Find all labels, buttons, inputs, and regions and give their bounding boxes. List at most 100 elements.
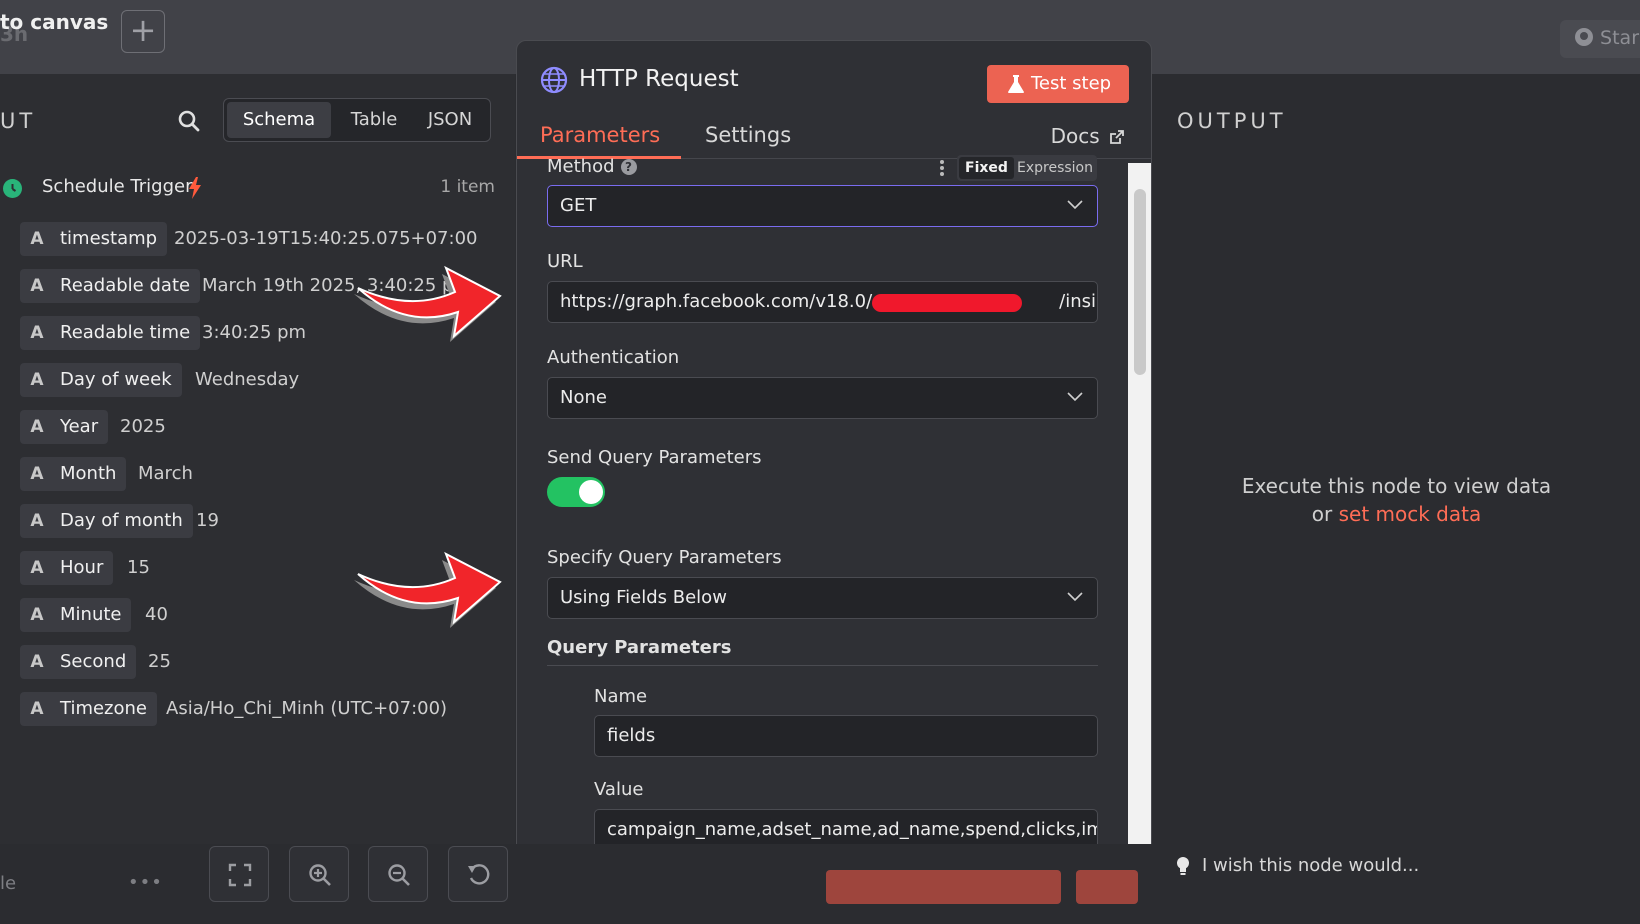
bottom-left-text: le: [0, 873, 17, 894]
zoom-in-button[interactable]: [289, 846, 349, 902]
param-value-label: Value: [594, 779, 644, 800]
method-value: GET: [560, 195, 597, 216]
set-mock-data-link[interactable]: set mock data: [1339, 502, 1482, 526]
string-type-icon: A: [30, 229, 44, 249]
options-kebab-icon[interactable]: [939, 159, 945, 177]
chevron-down-icon: [1067, 592, 1083, 602]
tab-parameters[interactable]: Parameters: [540, 123, 660, 147]
scrollbar-thumb[interactable]: [1134, 189, 1146, 375]
field-value: 3:40:25 pm: [202, 322, 307, 343]
field-key-pill[interactable]: A Year: [20, 410, 109, 444]
field-key-pill[interactable]: A Second: [20, 645, 137, 679]
url-input[interactable]: https://graph.facebook.com/v18.0/act_ /in…: [547, 281, 1098, 323]
authentication-select[interactable]: None: [547, 377, 1098, 419]
chevron-down-icon: [1067, 392, 1083, 402]
string-type-icon: A: [30, 464, 44, 484]
empty-output-message: Execute this node to view data or set mo…: [1153, 472, 1640, 528]
string-type-icon: A: [30, 417, 44, 437]
test-step-button[interactable]: Test step: [987, 65, 1129, 103]
modal-header: HTTP Request Test step: [517, 41, 1151, 103]
more-dots-icon[interactable]: •••: [128, 872, 163, 893]
lightbulb-icon: [1177, 857, 1189, 875]
tab-settings[interactable]: Settings: [705, 123, 791, 147]
tab-table[interactable]: Table: [336, 102, 412, 138]
field-key-pill[interactable]: Atimestamp: [20, 222, 168, 256]
authentication-value: None: [560, 387, 607, 408]
undo-icon: [468, 864, 490, 885]
toggle-knob: [579, 480, 603, 504]
docs-link[interactable]: Docs: [1051, 124, 1125, 148]
execute-options-button[interactable]: [1076, 870, 1138, 904]
send-query-toggle[interactable]: [547, 477, 605, 507]
search-icon[interactable]: [176, 108, 202, 134]
tab-schema[interactable]: Schema: [227, 102, 331, 138]
string-type-icon: A: [30, 323, 44, 343]
output-panel: [1153, 74, 1640, 844]
field-key-pill[interactable]: A Minute: [20, 598, 132, 632]
scrollbar[interactable]: [1128, 163, 1151, 877]
clock-icon: [3, 179, 22, 198]
field-value: 19: [196, 510, 219, 531]
specify-query-select[interactable]: Using Fields Below: [547, 577, 1098, 619]
url-value-prefix: https://graph.facebook.com/v18.0/act_: [560, 291, 910, 312]
mode-expression[interactable]: Expression: [1017, 157, 1093, 179]
reset-zoom-button[interactable]: [448, 846, 508, 902]
red-arrow-annotation: [354, 551, 502, 628]
string-type-icon: A: [30, 511, 44, 531]
fit-view-button[interactable]: [209, 846, 269, 902]
field-key: Minute: [60, 604, 122, 625]
tab-json[interactable]: JSON: [414, 102, 486, 138]
field-value: 15: [127, 557, 150, 578]
field-key-pill[interactable]: A Readable date: [20, 269, 201, 303]
input-panel-title: UT: [0, 109, 37, 133]
method-label-text: Method: [547, 156, 615, 177]
field-key-pill[interactable]: A Hour: [20, 551, 114, 585]
github-star-label: Star: [1600, 27, 1640, 49]
url-value-suffix: /insights: [1059, 291, 1097, 312]
field-key: timestamp: [60, 228, 158, 249]
globe-icon: [540, 66, 568, 94]
param-name-value: fields: [607, 725, 656, 746]
url-label: URL: [547, 251, 583, 272]
section-divider: [547, 665, 1098, 666]
help-icon[interactable]: ?: [620, 159, 637, 175]
field-key-pill[interactable]: A Month: [20, 457, 127, 491]
chevron-down-icon: [1067, 200, 1083, 210]
fixed-expression-toggle[interactable]: Fixed Expression: [957, 155, 1097, 181]
field-key-pill[interactable]: A Timezone: [20, 692, 157, 726]
field-key: Year: [60, 416, 99, 437]
send-query-label: Send Query Parameters: [547, 447, 762, 468]
output-panel-title: OUTPUT: [1177, 109, 1287, 133]
string-type-icon: A: [30, 558, 44, 578]
field-key-pill[interactable]: A Day of week: [20, 363, 182, 397]
string-type-icon: A: [30, 605, 44, 625]
mode-fixed[interactable]: Fixed: [959, 157, 1014, 179]
docs-label: Docs: [1050, 124, 1100, 148]
github-icon: [1575, 28, 1593, 46]
string-type-icon: A: [30, 276, 44, 296]
trigger-node-row[interactable]: Schedule Trigger 1 item: [0, 172, 495, 206]
field-value: 40: [145, 604, 168, 625]
execute-workflow-button[interactable]: [826, 870, 1061, 904]
field-key: Timezone: [60, 698, 147, 719]
param-name-input[interactable]: fields: [594, 715, 1098, 757]
query-parameters-heading: Query Parameters: [547, 637, 732, 658]
method-select[interactable]: GET: [547, 185, 1098, 227]
feedback-link[interactable]: I wish this node would...: [1202, 855, 1419, 876]
string-type-icon: A: [30, 699, 44, 719]
field-value: March: [138, 463, 193, 484]
github-star-button[interactable]: Star: [1560, 20, 1640, 58]
specify-query-label: Specify Query Parameters: [547, 547, 782, 568]
string-type-icon: A: [30, 652, 44, 672]
or-text: or: [1311, 502, 1333, 526]
zoom-out-button[interactable]: [368, 846, 428, 902]
back-to-canvas-link[interactable]: 3h to canvas: [0, 10, 108, 46]
param-name-label: Name: [594, 686, 648, 707]
display-mode-tabs: Schema Table JSON: [223, 98, 491, 142]
item-count: 1 item: [440, 177, 495, 197]
field-key-pill[interactable]: A Day of month: [20, 504, 193, 538]
field-key: Second: [60, 651, 127, 672]
field-key: Hour: [60, 557, 104, 578]
field-key-pill[interactable]: A Readable time: [20, 316, 201, 350]
add-node-button[interactable]: +: [121, 10, 165, 53]
